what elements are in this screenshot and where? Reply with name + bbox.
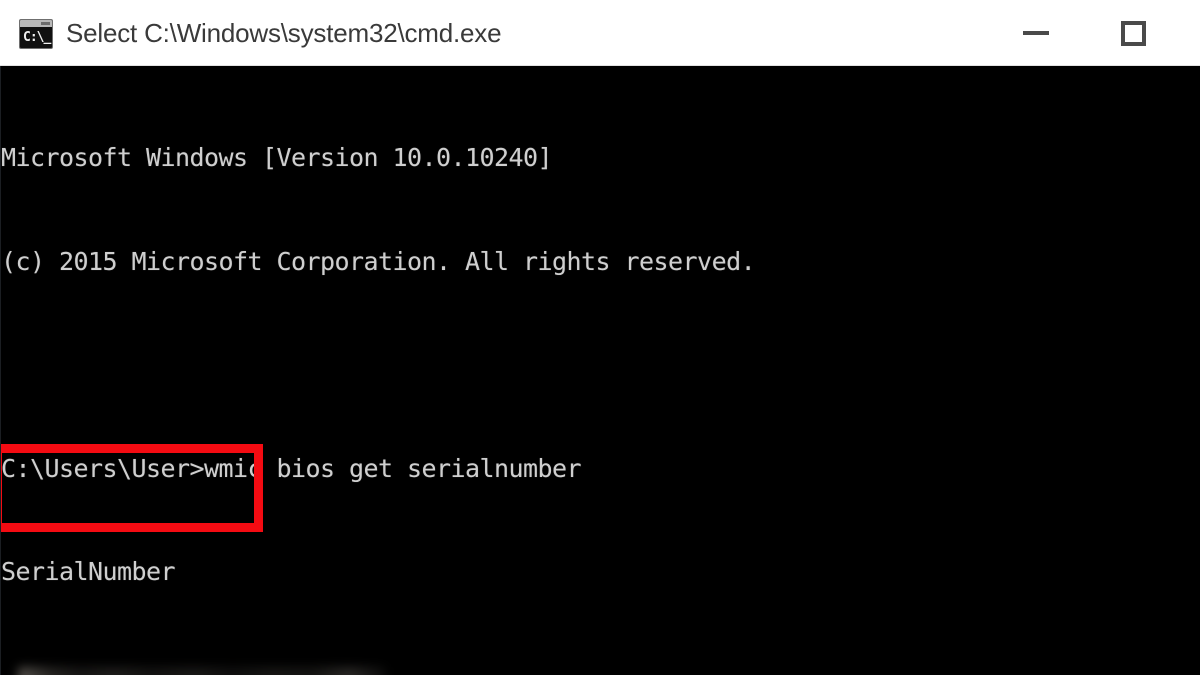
serialnumber-redaction-blur [18, 666, 386, 675]
maximize-button[interactable] [1087, 0, 1179, 66]
highlight-rectangle [1, 444, 263, 532]
console-text-block: Microsoft Windows [Version 10.0.10240] (… [1, 72, 1200, 675]
window-title: Select C:\Windows\system32\cmd.exe [66, 18, 502, 48]
minimize-icon [1023, 31, 1049, 35]
console-output-area[interactable]: Microsoft Windows [Version 10.0.10240] (… [0, 66, 1200, 675]
cmd-window: C:\_ Select C:\Windows\system32\cmd.exe … [0, 0, 1200, 675]
title-bar[interactable]: C:\_ Select C:\Windows\system32\cmd.exe [0, 0, 1200, 66]
cmd-exe-icon[interactable]: C:\_ [19, 19, 53, 49]
console-line: (c) 2015 Microsoft Corporation. All righ… [1, 246, 756, 276]
console-line-serialnumber-value: N [1, 659, 1200, 675]
console-line: Microsoft Windows [Version 10.0.10240] [1, 143, 553, 172]
cmd-icon-title-strip [20, 20, 52, 27]
console-line-serialnumber-header: SerialNumber [1, 557, 176, 586]
maximize-icon [1120, 20, 1146, 46]
cmd-icon-prompt-text: C:\_ [23, 30, 51, 45]
minimize-button[interactable] [990, 0, 1082, 66]
